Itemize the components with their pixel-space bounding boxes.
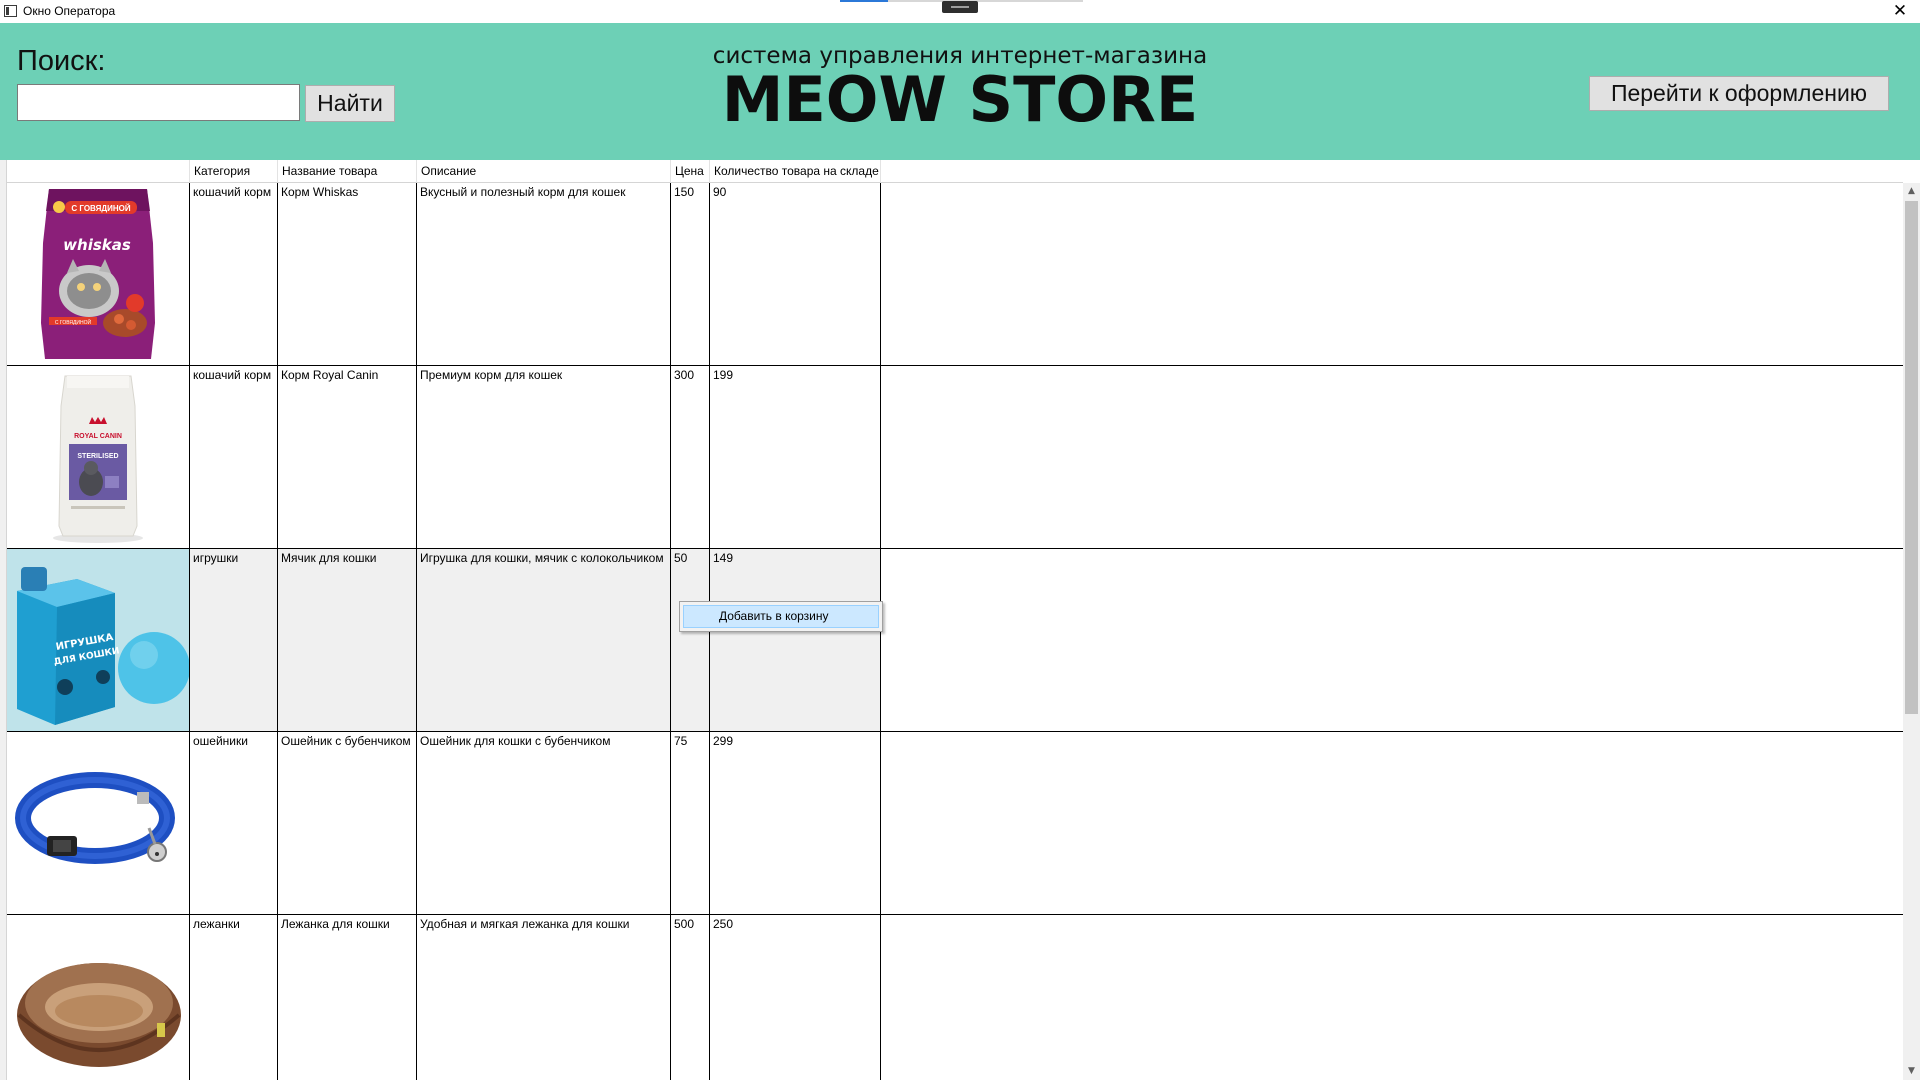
checkout-button[interactable]: Перейти к оформлению [1589,76,1889,111]
category-cell[interactable]: ошейники [190,732,278,914]
whiskas-brand-text: whiskas [63,236,131,254]
stock-cell[interactable]: 90 [710,183,881,365]
whiskas-badge-text: С ГОВЯДИНОЙ [71,204,130,213]
product-image-cell: ROYAL CANIN STERILISED [7,366,190,548]
table-row[interactable]: ошейники Ошейник с бубенчиком Ошейник дл… [7,732,1903,915]
add-to-cart-menu-item[interactable]: Добавить в корзину [683,605,879,628]
category-cell[interactable]: игрушки [190,549,278,731]
stock-cell[interactable]: 299 [710,732,881,914]
close-button[interactable]: ✕ [1880,0,1920,23]
description-cell[interactable]: Вкусный и полезный корм для кошек [417,183,671,365]
title-accent-line [840,0,888,2]
collar-image [15,772,175,864]
price-cell[interactable]: 300 [671,366,710,548]
product-name-cell[interactable]: Корм Whiskas [278,183,417,365]
search-button[interactable]: Найти [305,85,395,122]
column-header-filler [881,160,1903,183]
store-header: Поиск: Найти система управления интернет… [0,23,1920,160]
cat-bed-image [17,963,181,1067]
product-image-cell [7,915,190,1080]
store-brand: MEOW STORE [721,63,1199,136]
description-cell[interactable]: Премиум корм для кошек [417,366,671,548]
price-cell[interactable]: 150 [671,183,710,365]
price-cell[interactable]: 500 [671,915,710,1080]
title-bar: Окно Оператора ✕ [0,0,1920,23]
product-name-cell[interactable]: Мячик для кошки [278,549,417,731]
window-title: Окно Оператора [23,4,116,18]
stock-cell[interactable]: 250 [710,915,881,1080]
context-menu: Добавить в корзину [679,601,883,632]
description-cell[interactable]: Игрушка для кошки, мячик с колокольчиком [417,549,671,731]
toy-ball-image: ИГРУШКА ДЛЯ КОШКИ [7,549,189,731]
royal-canin-line-text: STERILISED [77,453,118,460]
product-image-cell [7,732,190,914]
title-accent-line-gray [888,0,1083,2]
description-cell[interactable]: Ошейник для кошки с бубенчиком [417,732,671,914]
column-header-name[interactable]: Название товара [278,160,417,183]
column-header-image[interactable] [7,160,190,183]
category-cell[interactable]: кошачий корм [190,366,278,548]
stock-cell[interactable]: 199 [710,366,881,548]
whiskas-pack-image: С ГОВЯДИНОЙ whiskas С ГОВЯДИНОЙ [41,189,155,359]
drag-handle[interactable] [942,1,978,13]
description-cell[interactable]: Удобная и мягкая лежанка для кошки [417,915,671,1080]
search-label: Поиск: [17,45,106,77]
whiskas-strip-text: С ГОВЯДИНОЙ [55,318,92,326]
category-cell[interactable]: кошачий корм [190,183,278,365]
scroll-up-icon[interactable]: ▲ [1903,183,1920,200]
royal-canin-pack-image: ROYAL CANIN STERILISED [53,375,143,543]
category-cell[interactable]: лежанки [190,915,278,1080]
window-icon [4,5,17,17]
table-row-selected[interactable]: ИГРУШКА ДЛЯ КОШКИ игрушки Мячик для кошк… [7,549,1903,732]
stock-cell[interactable]: 149 [710,549,881,731]
product-name-cell[interactable]: Лежанка для кошки [278,915,417,1080]
product-image-cell: С ГОВЯДИНОЙ whiskas С ГОВЯДИНОЙ [7,183,190,365]
scroll-down-icon[interactable]: ▼ [1903,1063,1920,1080]
royal-canin-brand-text: ROYAL CANIN [74,433,122,440]
vertical-scrollbar[interactable]: ▲ ▼ [1903,183,1920,1080]
column-header-category[interactable]: Категория [190,160,278,183]
product-name-cell[interactable]: Ошейник с бубенчиком [278,732,417,914]
column-header-stock[interactable]: Количество товара на складе [710,160,881,183]
product-image-cell: ИГРУШКА ДЛЯ КОШКИ [7,549,190,731]
scrollbar-thumb[interactable] [1905,201,1918,714]
products-grid[interactable]: Категория Название товара Описание Цена … [0,160,1920,1080]
column-header-price[interactable]: Цена [671,160,710,183]
table-row[interactable]: лежанки Лежанка для кошки Удобная и мягк… [7,915,1903,1080]
price-cell[interactable]: 75 [671,732,710,914]
product-name-cell[interactable]: Корм Royal Canin [278,366,417,548]
table-row[interactable]: ROYAL CANIN STERILISED кошачий корм Корм… [7,366,1903,549]
table-row[interactable]: С ГОВЯДИНОЙ whiskas С ГОВЯДИНОЙ кошачий … [7,183,1903,366]
column-header-description[interactable]: Описание [417,160,671,183]
price-cell[interactable]: 50 [671,549,710,731]
row-header-strip [0,160,7,1080]
search-input[interactable] [17,84,300,121]
